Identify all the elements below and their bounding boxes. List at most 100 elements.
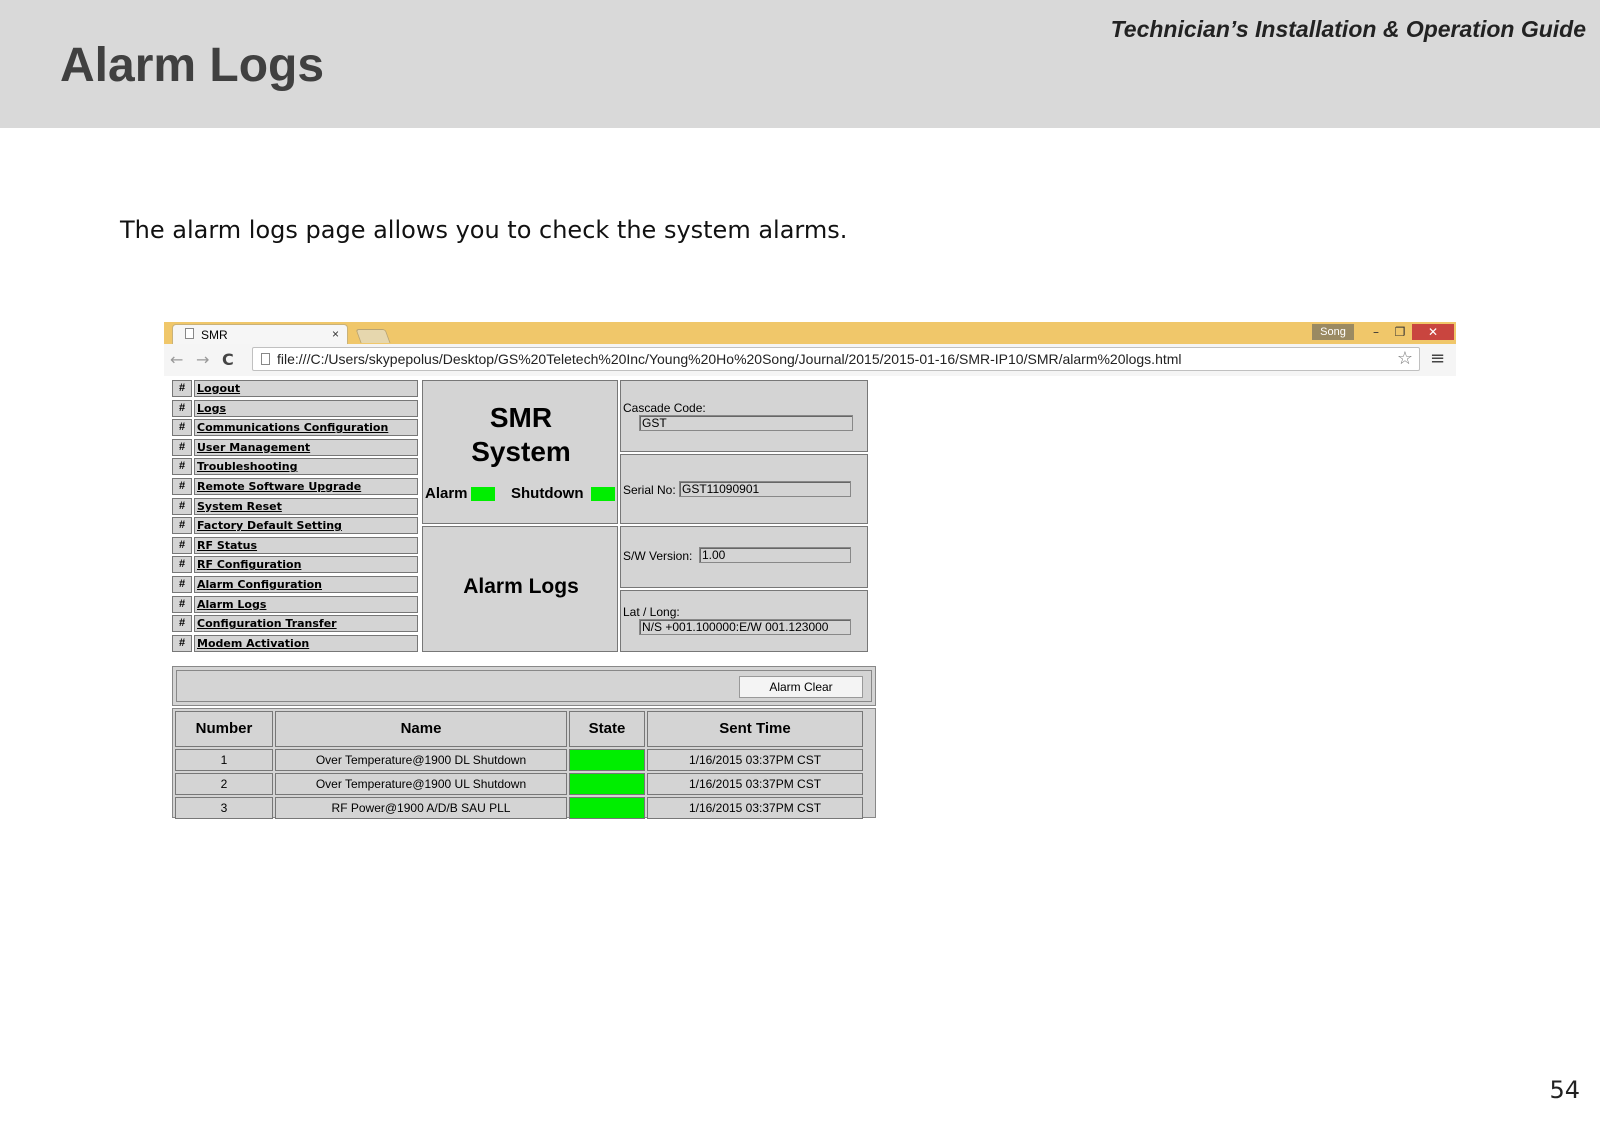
nav-item-alarm-logs[interactable]: # Alarm Logs xyxy=(172,595,420,616)
nav-item-troubleshooting[interactable]: # Troubleshooting xyxy=(172,458,420,478)
nav-link[interactable]: Communications Configuration xyxy=(194,419,418,437)
alarm-clear-button[interactable]: Alarm Clear xyxy=(739,676,863,698)
row-3-number: 3 xyxy=(175,797,273,819)
nav-marker: # xyxy=(172,595,192,613)
nav-item-system-reset[interactable]: # System Reset xyxy=(172,497,420,518)
nav-link[interactable]: Troubleshooting xyxy=(194,458,418,476)
nav-link[interactable]: Factory Default Setting xyxy=(194,517,418,535)
alarm-log-table: Number Name State Sent Time 1 Over Tempe… xyxy=(172,708,876,819)
sw-version-panel: S/W Version: 1.00 xyxy=(620,526,868,588)
nav-link[interactable]: RF Status xyxy=(194,536,418,554)
nav-item-modem-activation[interactable]: # Modem Activation xyxy=(172,634,420,655)
lat-long-label: Lat / Long: xyxy=(623,605,680,619)
page-title: Alarm Logs xyxy=(60,39,325,92)
nav-link[interactable]: Configuration Transfer xyxy=(194,615,418,633)
nav-link[interactable]: Logs xyxy=(194,399,418,417)
system-title-line2: System xyxy=(471,436,571,467)
shutdown-indicator xyxy=(591,487,615,501)
cascade-code-label: Cascade Code: xyxy=(623,401,706,415)
forward-arrow-icon[interactable]: → xyxy=(196,350,209,369)
system-panel: SMR System Alarm Shutdown xyxy=(422,380,618,524)
nav-item-configuration-transfer[interactable]: # Configuration Transfer xyxy=(172,615,420,635)
nav-marker: # xyxy=(172,380,192,397)
page-icon xyxy=(185,328,194,339)
row-1-sent-time: 1/16/2015 03:37PM CST xyxy=(647,749,863,771)
nav-marker: # xyxy=(172,575,192,593)
intro-text: The alarm logs page allows you to check … xyxy=(120,216,848,244)
nav-item-logout[interactable]: # Logout xyxy=(172,380,420,400)
nav-marker: # xyxy=(172,556,192,574)
header-number: Number xyxy=(175,711,273,747)
address-url[interactable]: file:///C:/Users/skypepolus/Desktop/GS%2… xyxy=(277,351,1182,367)
nav-marker: # xyxy=(172,497,192,515)
alarm-indicator xyxy=(471,487,495,501)
row-3-state-indicator xyxy=(569,797,645,819)
nav-item-remote-software-upgrade[interactable]: # Remote Software Upgrade xyxy=(172,477,420,498)
nav-item-user-management[interactable]: # User Management xyxy=(172,438,420,459)
back-arrow-icon[interactable]: ← xyxy=(170,350,183,369)
nav-item-communications-configuration[interactable]: # Communications Configuration xyxy=(172,419,420,439)
nav-link[interactable]: RF Configuration xyxy=(194,556,418,574)
nav-item-logs[interactable]: # Logs xyxy=(172,399,420,420)
new-tab-button[interactable] xyxy=(355,329,391,343)
nav-marker: # xyxy=(172,419,192,437)
nav-link[interactable]: User Management xyxy=(194,438,418,456)
reload-icon[interactable]: C xyxy=(222,350,234,369)
nav-link[interactable]: Remote Software Upgrade xyxy=(194,477,418,495)
nav-link[interactable]: Modem Activation xyxy=(194,634,418,652)
nav-marker: # xyxy=(172,634,192,652)
row-2-number: 2 xyxy=(175,773,273,795)
alarm-action-bar-inner: Alarm Clear xyxy=(176,670,872,702)
page-heading: Alarm Logs xyxy=(463,575,579,598)
nav-link[interactable]: Alarm Configuration xyxy=(194,575,418,593)
row-2-state-indicator xyxy=(569,773,645,795)
system-title-line1: SMR xyxy=(489,402,553,433)
serial-no-label: Serial No: xyxy=(623,483,676,497)
nav-link[interactable]: Alarm Logs xyxy=(194,595,418,613)
row-2-sent-time: 1/16/2015 03:37PM CST xyxy=(647,773,863,795)
row-3-sent-time: 1/16/2015 03:37PM CST xyxy=(647,797,863,819)
serial-no-field: GST11090901 xyxy=(679,481,851,497)
browser-tab[interactable]: SMR × xyxy=(172,324,348,344)
nav-marker: # xyxy=(172,458,192,476)
tab-title: SMR xyxy=(201,328,228,342)
row-2-name: Over Temperature@1900 UL Shutdown xyxy=(275,773,567,795)
browser-window: SMR × Song – ❐ ✕ ← → C file:///C:/Users/… xyxy=(164,322,1456,832)
header-name: Name xyxy=(275,711,567,747)
indicator-row: Alarm Shutdown xyxy=(425,485,617,505)
header-state: State xyxy=(569,711,645,747)
close-window-button[interactable]: ✕ xyxy=(1412,324,1454,340)
browser-menu-icon[interactable]: ≡ xyxy=(1430,348,1445,369)
nav-marker: # xyxy=(172,399,192,417)
nav-item-rf-status[interactable]: # RF Status xyxy=(172,536,420,557)
sw-version-label: S/W Version: xyxy=(623,549,693,563)
nav-item-factory-default-setting[interactable]: # Factory Default Setting xyxy=(172,517,420,537)
lat-long-field: N/S +001.100000:E/W 001.123000 xyxy=(639,619,851,635)
nav-link[interactable]: System Reset xyxy=(194,497,418,515)
system-title: SMR System xyxy=(423,401,619,469)
row-1-state-indicator xyxy=(569,749,645,771)
nav-item-rf-configuration[interactable]: # RF Configuration xyxy=(172,556,420,576)
nav-link[interactable]: Logout xyxy=(194,380,418,397)
nav-marker: # xyxy=(172,615,192,633)
title-bar: SMR × Song – ❐ ✕ xyxy=(164,322,1456,344)
shutdown-label: Shutdown xyxy=(511,485,584,502)
address-bar[interactable]: file:///C:/Users/skypepolus/Desktop/GS%2… xyxy=(252,347,1420,371)
guide-title: Technician’s Installation & Operation Gu… xyxy=(1110,16,1586,42)
nav-marker: # xyxy=(172,438,192,456)
row-1-name: Over Temperature@1900 DL Shutdown xyxy=(275,749,567,771)
browser-toolbar: ← → C file:///C:/Users/skypepolus/Deskto… xyxy=(164,344,1456,377)
nav-item-alarm-configuration[interactable]: # Alarm Configuration xyxy=(172,575,420,596)
minimize-button[interactable]: – xyxy=(1364,324,1388,340)
serial-no-panel: Serial No: GST11090901 xyxy=(620,454,868,524)
row-3-name: RF Power@1900 A/D/B SAU PLL xyxy=(275,797,567,819)
nav-menu: # Logout # Logs # Communications Configurat… xyxy=(172,380,420,654)
sw-version-field: 1.00 xyxy=(699,547,851,563)
nav-marker: # xyxy=(172,517,192,535)
maximize-button[interactable]: ❐ xyxy=(1388,324,1412,340)
bookmark-star-icon[interactable]: ☆ xyxy=(1397,348,1413,369)
user-badge[interactable]: Song xyxy=(1312,324,1354,340)
file-icon xyxy=(261,353,270,365)
page-content: # Logout # Logs # Communications Configurat… xyxy=(164,376,1456,832)
tab-close-icon[interactable]: × xyxy=(332,327,339,341)
